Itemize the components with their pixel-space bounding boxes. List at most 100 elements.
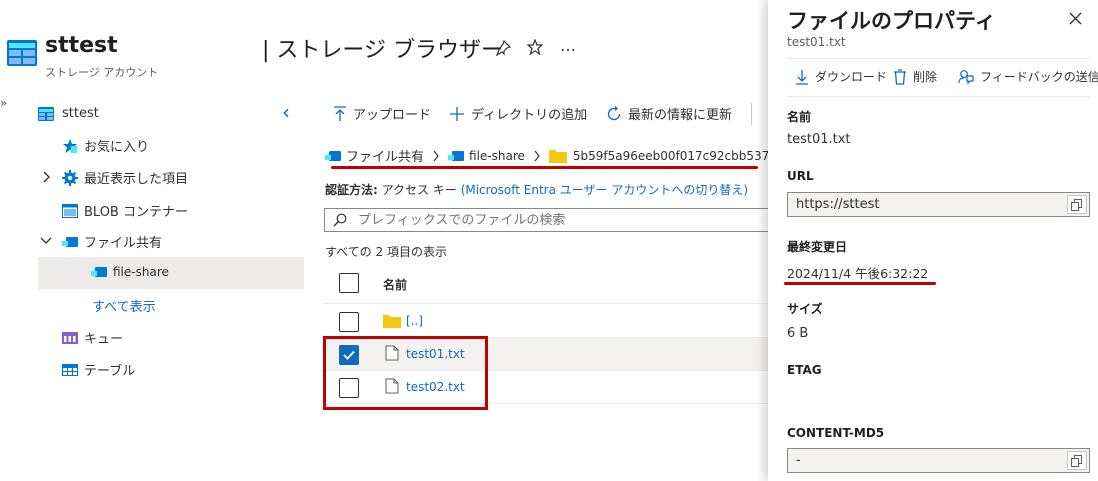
url-field[interactable]: https://sttest [787,192,1090,217]
sidebar-item-file-share[interactable]: file-share [91,265,169,279]
trash-icon [893,68,907,85]
name-value: test01.txt [787,132,851,147]
panel-divider [787,58,1090,59]
storage-account-icon [7,40,37,66]
modified-label: 最終変更日 [787,240,848,254]
plus-icon [449,106,465,122]
auth-switch-link[interactable]: (Microsoft Entra ユーザー アカウントへの切り替え) [461,183,748,197]
star-icon[interactable] [527,39,543,55]
sidebar-item-label: BLOB コンテナー [84,205,188,220]
url-label: URL [787,169,814,183]
sidebar-item-blob[interactable]: BLOB コンテナー [62,201,188,220]
copy-icon[interactable] [1067,195,1087,214]
select-all-checkbox[interactable] [339,273,359,293]
modified-value: 2024/11/4 午後6:32:22 [787,266,929,281]
collapse-sidebar-icon[interactable]: ‹ [282,100,290,124]
chevron-right-icon [533,150,541,162]
star-icon [62,138,78,154]
sidebar-item-label: お気に入り [84,140,150,155]
breadcrumb-item-folder[interactable]: 5b59f5a96eeb00f017c92cbb53775 [573,149,785,163]
file-share-icon [448,149,465,163]
auth-value: アクセス キー [381,183,457,197]
table-header: 名前 [323,267,768,304]
content-md5-field[interactable]: - [787,448,1090,473]
download-button[interactable]: ダウンロード [795,68,887,85]
row-checkbox[interactable] [339,312,359,332]
blob-icon [62,203,78,218]
url-value: https://sttest [796,197,880,212]
search-box[interactable] [324,208,774,232]
sidebar-item-label: file-share [113,265,169,279]
auth-label: 認証方法: [325,183,378,197]
panel-subtitle: test01.txt [787,35,846,49]
sidebar-item-favorites[interactable]: お気に入り [62,136,149,155]
folder-icon [548,149,567,163]
chevron-right-icon[interactable] [42,171,52,183]
gear-icon [62,169,78,186]
breadcrumb-item-file-shares[interactable]: ファイル共有 [346,146,424,165]
refresh-icon [606,105,622,122]
table-row[interactable]: [..] [323,305,768,338]
delete-label: 削除 [913,70,938,84]
file-share-icon [91,265,107,279]
breadcrumb-item-file-share[interactable]: file-share [469,149,525,163]
download-icon [795,69,809,85]
sidebar-root[interactable]: sttest [38,106,99,121]
page-title: | ストレージ ブラウザー [262,38,503,63]
sidebar-show-all-link[interactable]: すべて表示 [92,296,156,315]
sidebar-item-label: 最近表示した項目 [84,172,189,187]
panel-title: ファイルのプロパティ [787,9,996,33]
resource-name: sttest [45,33,118,58]
close-icon[interactable] [1069,12,1082,25]
file-share-icon [325,149,341,163]
content-md5-label: CONTENT-MD5 [787,426,885,440]
feedback-label: フィードバックの送信 [980,70,1098,84]
highlight-underline-breadcrumb [331,166,758,169]
refresh-label: 最新の情報に更新 [628,108,733,123]
more-options-icon[interactable]: … [560,36,576,55]
chevron-right-icon [432,150,440,162]
sidebar-selected-bg [38,257,304,289]
refresh-button[interactable]: 最新の情報に更新 [606,104,732,123]
pin-icon[interactable] [495,40,511,56]
highlight-underline-modified [784,282,936,285]
delete-button[interactable]: 削除 [893,68,937,85]
storage-account-icon [38,106,54,121]
file-share-icon [62,235,78,249]
toolbar-divider [751,103,752,125]
sidebar-item-label: ファイル共有 [84,236,163,251]
sidebar-item-recent[interactable]: 最近表示した項目 [62,168,188,187]
item-count: すべての 2 項目の表示 [325,245,447,259]
highlight-box-files [323,336,488,410]
feedback-icon [958,69,974,85]
folder-icon [383,314,401,328]
sidebar-item-table[interactable]: テーブル [62,360,135,379]
upload-icon [333,105,347,122]
file-properties-panel: ファイルのプロパティ test01.txt ダウンロード 削除 フィードバックの… [768,0,1098,481]
sidebar-item-queue[interactable]: キュー [62,328,123,347]
sidebar-item-file-shares[interactable]: ファイル共有 [62,232,162,251]
expand-menu-icon[interactable]: » [0,96,7,110]
add-directory-button[interactable]: ディレクトリの追加 [449,104,587,123]
table-icon [62,363,78,376]
breadcrumb: ファイル共有 file-share 5b59f5a96eeb00f017c92c… [325,146,785,165]
sidebar-item-label: テーブル [84,364,136,379]
etag-label: ETAG [787,363,822,377]
sidebar-item-label: キュー [84,332,124,347]
queue-icon [62,331,78,344]
upload-button[interactable]: アップロード [333,104,431,123]
resource-type: ストレージ アカウント [45,66,159,79]
panel-divider [787,96,1090,97]
row-name-link[interactable]: [..] [406,314,423,328]
add-directory-label: ディレクトリの追加 [471,108,588,123]
chevron-down-icon[interactable] [40,236,52,246]
upload-label: アップロード [353,108,432,123]
size-label: サイズ [787,302,823,316]
search-input[interactable] [358,210,768,230]
copy-icon[interactable] [1067,451,1087,470]
content-md5-value: - [796,453,801,468]
column-name-header[interactable]: 名前 [383,276,407,293]
feedback-button[interactable]: フィードバックの送信 [958,68,1098,85]
download-label: ダウンロード [815,70,888,84]
name-label: 名前 [787,110,812,124]
